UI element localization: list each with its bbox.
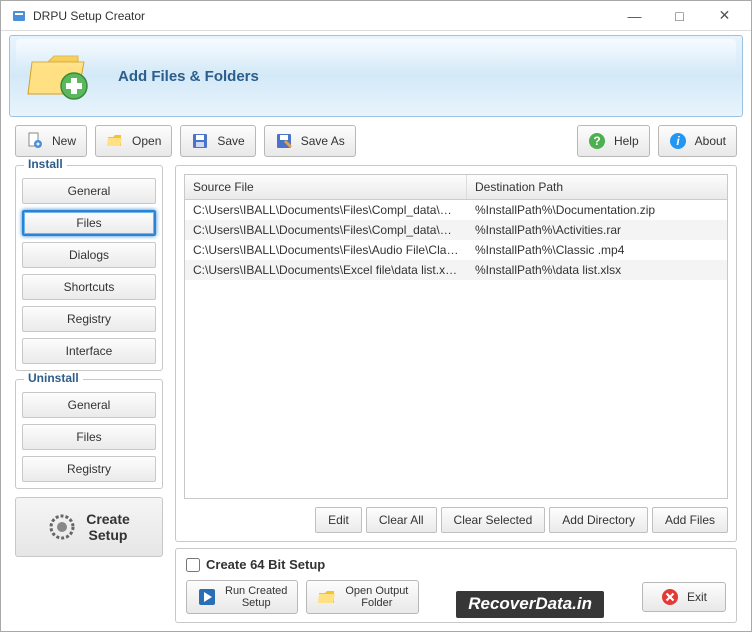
open-output-button[interactable]: Open Output Folder (306, 580, 419, 614)
create-label: Create Setup (86, 511, 130, 543)
svg-text:?: ? (593, 134, 600, 148)
clear-all-button[interactable]: Clear All (366, 507, 437, 533)
nav-install-general[interactable]: General (22, 178, 156, 204)
create-64-checkbox[interactable] (186, 558, 200, 572)
create-64-label: Create 64 Bit Setup (206, 557, 325, 572)
nav-uninstall-files[interactable]: Files (22, 424, 156, 450)
save-icon (191, 132, 209, 150)
table-actions: Edit Clear All Clear Selected Add Direct… (184, 507, 728, 533)
install-title: Install (24, 157, 67, 171)
about-label: About (695, 134, 726, 148)
nav-uninstall-registry[interactable]: Registry (22, 456, 156, 482)
folder-icon (317, 587, 337, 607)
help-label: Help (614, 134, 639, 148)
nav-install-shortcuts[interactable]: Shortcuts (22, 274, 156, 300)
window-controls: — □ ✕ (612, 2, 747, 30)
gear-icon (48, 513, 76, 541)
help-icon: ? (588, 132, 606, 150)
table-row[interactable]: C:\Users\IBALL\Documents\Files\Compl_dat… (185, 200, 727, 220)
cell-source: C:\Users\IBALL\Documents\Files\Compl_dat… (185, 220, 467, 240)
run-created-label: Run Created Setup (225, 585, 287, 609)
save-button[interactable]: Save (180, 125, 255, 157)
nav-install-dialogs[interactable]: Dialogs (22, 242, 156, 268)
new-label: New (52, 134, 76, 148)
new-file-icon (26, 132, 44, 150)
nav-uninstall-general[interactable]: General (22, 392, 156, 418)
titlebar: DRPU Setup Creator — □ ✕ (1, 1, 751, 31)
about-button[interactable]: i About (658, 125, 737, 157)
uninstall-group: Uninstall General Files Registry (15, 379, 163, 489)
page-title: Add Files & Folders (118, 68, 259, 85)
cell-source: C:\Users\IBALL\Documents\Files\Audio Fil… (185, 240, 467, 260)
uninstall-title: Uninstall (24, 371, 83, 385)
exit-button[interactable]: Exit (642, 582, 726, 612)
nav-install-registry[interactable]: Registry (22, 306, 156, 332)
new-button[interactable]: New (15, 125, 87, 157)
add-directory-button[interactable]: Add Directory (549, 507, 648, 533)
close-button[interactable]: ✕ (702, 2, 747, 30)
create-setup-button[interactable]: Create Setup (15, 497, 163, 557)
nav-install-interface[interactable]: Interface (22, 338, 156, 364)
edit-button[interactable]: Edit (315, 507, 362, 533)
open-button[interactable]: Open (95, 125, 172, 157)
create-64-row: Create 64 Bit Setup (186, 557, 726, 572)
minimize-button[interactable]: — (612, 2, 657, 30)
nav-install-files[interactable]: Files (22, 210, 156, 236)
maximize-button[interactable]: □ (657, 2, 702, 30)
save-as-button[interactable]: Save As (264, 125, 356, 157)
col-dest[interactable]: Destination Path (467, 175, 727, 199)
table-row[interactable]: C:\Users\IBALL\Documents\Files\Audio Fil… (185, 240, 727, 260)
toolbar: New Open Save Save As ? Help i About (1, 117, 751, 161)
install-group: Install General Files Dialogs Shortcuts … (15, 165, 163, 371)
files-panel: Source File Destination Path C:\Users\IB… (175, 165, 737, 542)
folder-open-icon (106, 132, 124, 150)
play-icon (197, 587, 217, 607)
banner: Add Files & Folders (9, 35, 743, 117)
window-title: DRPU Setup Creator (33, 9, 612, 23)
cell-source: C:\Users\IBALL\Documents\Files\Compl_dat… (185, 200, 467, 220)
files-table: Source File Destination Path C:\Users\IB… (184, 174, 728, 499)
main-panel: Source File Destination Path C:\Users\IB… (175, 165, 737, 623)
cell-dest: %InstallPath%\data list.xlsx (467, 260, 727, 280)
save-as-label: Save As (301, 134, 345, 148)
cell-dest: %InstallPath%\Activities.rar (467, 220, 727, 240)
col-source[interactable]: Source File (185, 175, 467, 199)
close-icon (661, 588, 679, 606)
app-icon (11, 8, 27, 24)
app-window: DRPU Setup Creator — □ ✕ Add Files & Fol… (0, 0, 752, 632)
table-header: Source File Destination Path (185, 175, 727, 200)
watermark: RecoverData.in (456, 591, 604, 618)
cell-source: C:\Users\IBALL\Documents\Excel file\data… (185, 260, 467, 280)
run-created-button[interactable]: Run Created Setup (186, 580, 298, 614)
save-as-icon (275, 132, 293, 150)
exit-label: Exit (687, 590, 707, 604)
table-row[interactable]: C:\Users\IBALL\Documents\Files\Compl_dat… (185, 220, 727, 240)
table-body: C:\Users\IBALL\Documents\Files\Compl_dat… (185, 200, 727, 498)
table-row[interactable]: C:\Users\IBALL\Documents\Excel file\data… (185, 260, 727, 280)
content: Install General Files Dialogs Shortcuts … (1, 161, 751, 631)
cell-dest: %InstallPath%\Classic .mp4 (467, 240, 727, 260)
folder-plus-icon (26, 44, 90, 108)
add-files-button[interactable]: Add Files (652, 507, 728, 533)
save-label: Save (217, 134, 244, 148)
info-icon: i (669, 132, 687, 150)
sidebar: Install General Files Dialogs Shortcuts … (15, 165, 163, 623)
help-button[interactable]: ? Help (577, 125, 650, 157)
clear-selected-button[interactable]: Clear Selected (441, 507, 546, 533)
open-label: Open (132, 134, 161, 148)
cell-dest: %InstallPath%\Documentation.zip (467, 200, 727, 220)
open-output-label: Open Output Folder (345, 585, 408, 609)
